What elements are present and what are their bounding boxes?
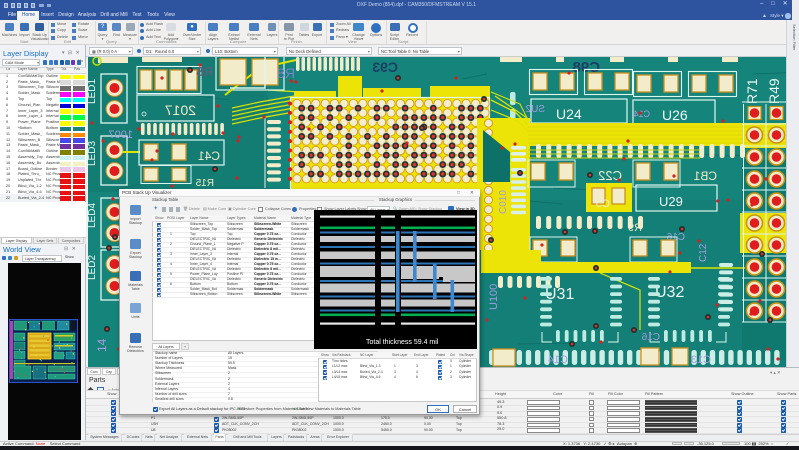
svg-text:SU2: SU2 (525, 104, 545, 115)
svg-text:C13: C13 (691, 354, 711, 366)
svg-text:R8: R8 (277, 65, 295, 81)
svg-text:C93: C93 (372, 59, 398, 75)
svg-text:U24: U24 (556, 106, 582, 122)
svg-text:U26: U26 (662, 107, 688, 123)
svg-text:2017: 2017 (165, 102, 196, 118)
svg-text:1007: 1007 (109, 129, 133, 141)
svg-text:Total thickness 59.4 mil: Total thickness 59.4 mil (366, 339, 439, 346)
svg-text:LED2: LED2 (88, 255, 98, 280)
svg-text:C12: C12 (698, 243, 709, 262)
svg-text:R8: R8 (196, 64, 213, 79)
svg-text:C14: C14 (548, 354, 568, 366)
svg-text:C010: C010 (498, 190, 509, 214)
svg-text:C41: C41 (198, 149, 220, 163)
svg-text:LED3: LED3 (88, 141, 98, 166)
svg-text:U29: U29 (659, 194, 683, 209)
svg-text:R71: R71 (744, 78, 760, 104)
svg-text:LED1: LED1 (88, 79, 98, 104)
svg-text:CB1: CB1 (693, 169, 717, 183)
svg-text:C5: C5 (596, 198, 610, 210)
svg-text:R15: R15 (195, 178, 214, 189)
svg-text:R49: R49 (766, 78, 782, 104)
svg-text:C16: C16 (641, 332, 660, 343)
svg-text:LED4: LED4 (88, 203, 98, 228)
svg-text:U100: U100 (488, 284, 500, 310)
svg-text:R9: R9 (628, 222, 642, 234)
svg-text:14: 14 (95, 338, 109, 352)
svg-text:C14: C14 (633, 109, 650, 119)
